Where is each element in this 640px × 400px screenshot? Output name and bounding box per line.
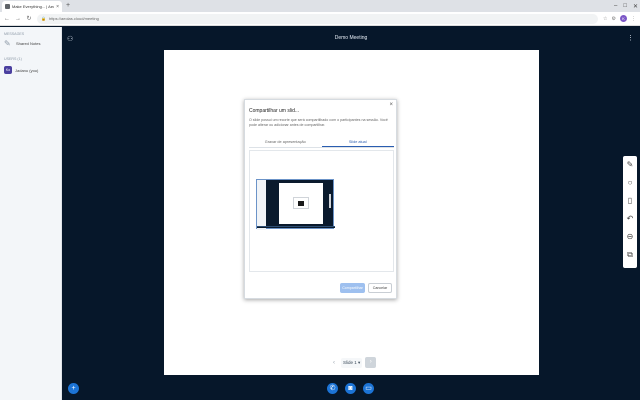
share-button[interactable]: Compartilhar (340, 283, 365, 293)
profile-avatar[interactable]: K (620, 15, 627, 22)
new-tab-button[interactable]: + (64, 1, 72, 11)
star-icon[interactable]: ☆ (603, 16, 607, 22)
dialog-description: O slide possui um recorte que será compa… (249, 118, 388, 127)
browser-tab[interactable]: Make Everything... | Aeolas.co... × (2, 1, 62, 12)
undo-icon[interactable]: ↶ (627, 214, 634, 225)
close-icon[interactable]: × (389, 102, 393, 108)
slide-pager: ‹ Slide 1 ▾ › (330, 356, 377, 369)
thumbnail-toolbar (329, 194, 331, 208)
window-controls: – □ ✕ (614, 0, 638, 12)
tab-recording[interactable]: Gravar de apresentação (249, 138, 322, 147)
tab-current-slide[interactable]: Slide atual (321, 138, 394, 147)
dialog-tabs: Gravar de apresentação Slide atual (249, 138, 394, 148)
maximize-button[interactable]: □ (623, 3, 627, 9)
favicon-icon (5, 4, 10, 9)
camera-icon[interactable]: ◙ (345, 383, 356, 394)
meeting-header: ⚇ Demo Meeting ⋮ (62, 27, 640, 49)
chevron-right-icon[interactable]: › (365, 357, 377, 368)
rectangle-icon[interactable]: ▯ (628, 196, 632, 207)
menu-dots-icon[interactable]: ⋮ (631, 16, 636, 22)
slide-selector[interactable]: Slide 1 ▾ (341, 357, 363, 368)
browser-toolbar: ← → ↻ 🔒 https://aeolas.cloud/meeting ☆ ⚙… (0, 12, 640, 26)
messages-heading: MESSAGES (4, 32, 25, 36)
sidebar: MESSAGES ✎ Shared Notes USERS (1) Ko Jad… (0, 27, 62, 400)
menu-dots-icon[interactable]: ⋮ (627, 34, 634, 42)
annotation-toolbar: ✎ ○ ▯ ↶ ⊖ ⧉ (623, 156, 637, 268)
thumbnail-dialog (293, 197, 309, 209)
thumbnail-footer (257, 226, 335, 228)
address-bar[interactable]: 🔒 https://aeolas.cloud/meeting (37, 13, 599, 24)
user-name: Jadanu (you) (15, 67, 39, 73)
sidebar-item-shared-notes[interactable]: ✎ Shared Notes (0, 36, 61, 48)
close-icon[interactable]: × (56, 4, 59, 10)
extension-icon[interactable]: ⚙ (612, 16, 616, 22)
users-heading: USERS (1) (4, 57, 22, 61)
add-button[interactable]: + (68, 383, 79, 394)
chevron-left-icon[interactable]: ‹ (330, 360, 338, 366)
preview-area (249, 150, 394, 272)
pencil-icon[interactable]: ✎ (627, 160, 634, 171)
screen-share-icon[interactable]: ▭ (363, 383, 374, 394)
window-close-button[interactable]: ✕ (633, 3, 638, 10)
multi-user-icon[interactable]: ⧉ (627, 250, 633, 261)
avatar: Ko (4, 66, 12, 74)
back-icon[interactable]: ← (4, 16, 10, 22)
minimize-button[interactable]: – (614, 3, 617, 9)
url-text: https://aeolas.cloud/meeting (48, 16, 99, 21)
dialog-title: Compartilhar um slid... (249, 108, 300, 114)
user-list-item[interactable]: Ko Jadanu (you) (0, 61, 61, 74)
dialog-actions: Compartilhar Cancelar (340, 283, 392, 293)
browser-tabstrip: Make Everything... | Aeolas.co... × + – … (0, 0, 640, 12)
circle-icon[interactable]: ○ (628, 178, 633, 189)
clear-icon[interactable]: ⊖ (627, 232, 634, 243)
tab-title: Make Everything... | Aeolas.co... (12, 4, 54, 9)
forward-icon[interactable]: → (15, 16, 21, 22)
lock-icon: 🔒 (41, 16, 46, 21)
share-dialog: × Compartilhar um slid... O slide possui… (244, 99, 397, 299)
sidebar-item-label: Shared Notes (16, 41, 41, 46)
page-title: Demo Meeting (334, 35, 368, 41)
notes-icon: ✎ (4, 39, 11, 48)
thumbnail-sidebar (257, 180, 266, 230)
reload-icon[interactable]: ↻ (26, 15, 32, 22)
cancel-button[interactable]: Cancelar (368, 283, 392, 293)
thumbnail-content (298, 201, 304, 206)
toolbar-icons: ☆ ⚙ K ⋮ (603, 15, 636, 22)
microphone-icon[interactable]: ✆ (327, 383, 338, 394)
thumbnail-slide (279, 183, 323, 224)
slide-thumbnail[interactable] (256, 179, 335, 230)
